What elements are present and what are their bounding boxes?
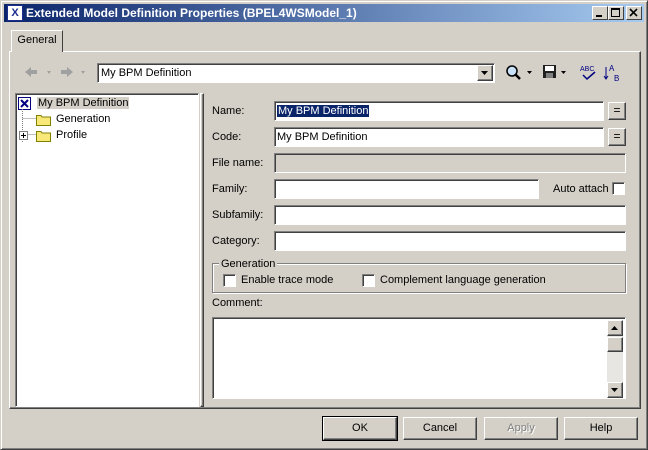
properties-window: X Extended Model Definition Properties (… bbox=[0, 0, 648, 450]
name-label: Name: bbox=[212, 105, 245, 117]
scroll-down-icon bbox=[611, 388, 618, 392]
family-label: Family: bbox=[212, 183, 248, 195]
close-button[interactable] bbox=[626, 6, 642, 20]
folder-icon bbox=[36, 131, 51, 142]
comment-scrollbar[interactable] bbox=[607, 320, 623, 398]
auto-attach-label: Auto attach bbox=[553, 183, 609, 195]
expand-plus-icon[interactable] bbox=[19, 131, 29, 141]
scroll-up-button[interactable] bbox=[607, 320, 623, 336]
file-name-label: File name: bbox=[212, 157, 264, 169]
minimize-button[interactable] bbox=[592, 6, 608, 20]
find-button[interactable] bbox=[504, 63, 536, 83]
definition-combo[interactable]: My BPM Definition bbox=[97, 63, 495, 83]
back-arrow-icon bbox=[25, 67, 51, 77]
sort-button[interactable]: A B bbox=[603, 63, 625, 83]
file-name-field bbox=[274, 153, 626, 173]
subfamily-label: Subfamily: bbox=[212, 209, 264, 221]
complement-language-checkbox[interactable] bbox=[362, 274, 375, 287]
spell-check-icon: ABC bbox=[580, 66, 596, 81]
scroll-up-icon bbox=[611, 326, 618, 330]
forward-button[interactable] bbox=[59, 65, 91, 85]
enable-trace-label: Enable trace mode bbox=[241, 274, 334, 286]
spell-check-button[interactable]: ABC bbox=[579, 63, 601, 83]
sort-az-icon: A B bbox=[603, 64, 619, 83]
floppy-disk-icon bbox=[543, 65, 566, 78]
magnifier-icon bbox=[506, 65, 532, 80]
title-bar[interactable]: X Extended Model Definition Properties (… bbox=[4, 4, 644, 22]
svg-text:ABC: ABC bbox=[580, 66, 594, 73]
folder-icon bbox=[36, 115, 51, 126]
svg-text:B: B bbox=[614, 74, 619, 83]
generation-group-label: Generation bbox=[219, 258, 278, 270]
window-title: Extended Model Definition Properties (BP… bbox=[26, 6, 357, 20]
tree-item-profile-label: Profile bbox=[56, 129, 88, 141]
tab-general-label: General bbox=[17, 34, 57, 46]
back-button[interactable] bbox=[23, 65, 55, 85]
name-field[interactable]: My BPM Definition bbox=[274, 101, 604, 121]
maximize-icon bbox=[611, 8, 620, 17]
enable-trace-checkbox[interactable] bbox=[223, 274, 236, 287]
auto-attach-checkbox[interactable] bbox=[612, 182, 625, 195]
help-button[interactable]: Help bbox=[564, 417, 638, 440]
tree-item-root-label: My BPM Definition bbox=[37, 97, 130, 109]
code-label: Code: bbox=[212, 131, 242, 143]
family-field[interactable] bbox=[274, 179, 539, 199]
definition-tree[interactable]: My BPM Definition Generation Profile bbox=[15, 93, 199, 407]
code-field-value: My BPM Definition bbox=[277, 131, 368, 143]
scroll-down-button[interactable] bbox=[607, 382, 623, 398]
svg-text:A: A bbox=[609, 64, 615, 73]
name-equals-button[interactable]: = bbox=[608, 102, 626, 120]
combo-dropdown-button[interactable] bbox=[477, 65, 493, 81]
comment-textarea[interactable] bbox=[212, 317, 626, 399]
ok-button[interactable]: OK bbox=[322, 416, 398, 441]
comment-label: Comment: bbox=[212, 297, 263, 309]
cancel-button[interactable]: Cancel bbox=[403, 417, 477, 440]
code-equals-button[interactable]: = bbox=[608, 128, 626, 146]
definition-combo-value: My BPM Definition bbox=[101, 67, 192, 79]
name-field-value: My BPM Definition bbox=[277, 105, 370, 117]
app-icon: X bbox=[7, 5, 23, 21]
apply-button[interactable]: Apply bbox=[484, 417, 558, 440]
forward-arrow-icon bbox=[61, 67, 85, 77]
category-label: Category: bbox=[212, 235, 260, 247]
subfamily-field[interactable] bbox=[274, 205, 626, 225]
chevron-down-icon bbox=[481, 71, 488, 75]
close-icon bbox=[629, 8, 638, 17]
minimize-icon bbox=[596, 15, 602, 17]
tree-item-generation-label: Generation bbox=[56, 113, 111, 125]
save-button[interactable] bbox=[541, 63, 573, 83]
complement-language-label: Complement language generation bbox=[380, 274, 546, 286]
maximize-button[interactable] bbox=[608, 6, 624, 20]
code-field[interactable]: My BPM Definition bbox=[274, 127, 604, 147]
category-field[interactable] bbox=[274, 231, 626, 251]
scroll-thumb[interactable] bbox=[607, 337, 623, 352]
panel-splitter[interactable] bbox=[200, 93, 204, 407]
tab-general[interactable]: General bbox=[11, 30, 63, 52]
